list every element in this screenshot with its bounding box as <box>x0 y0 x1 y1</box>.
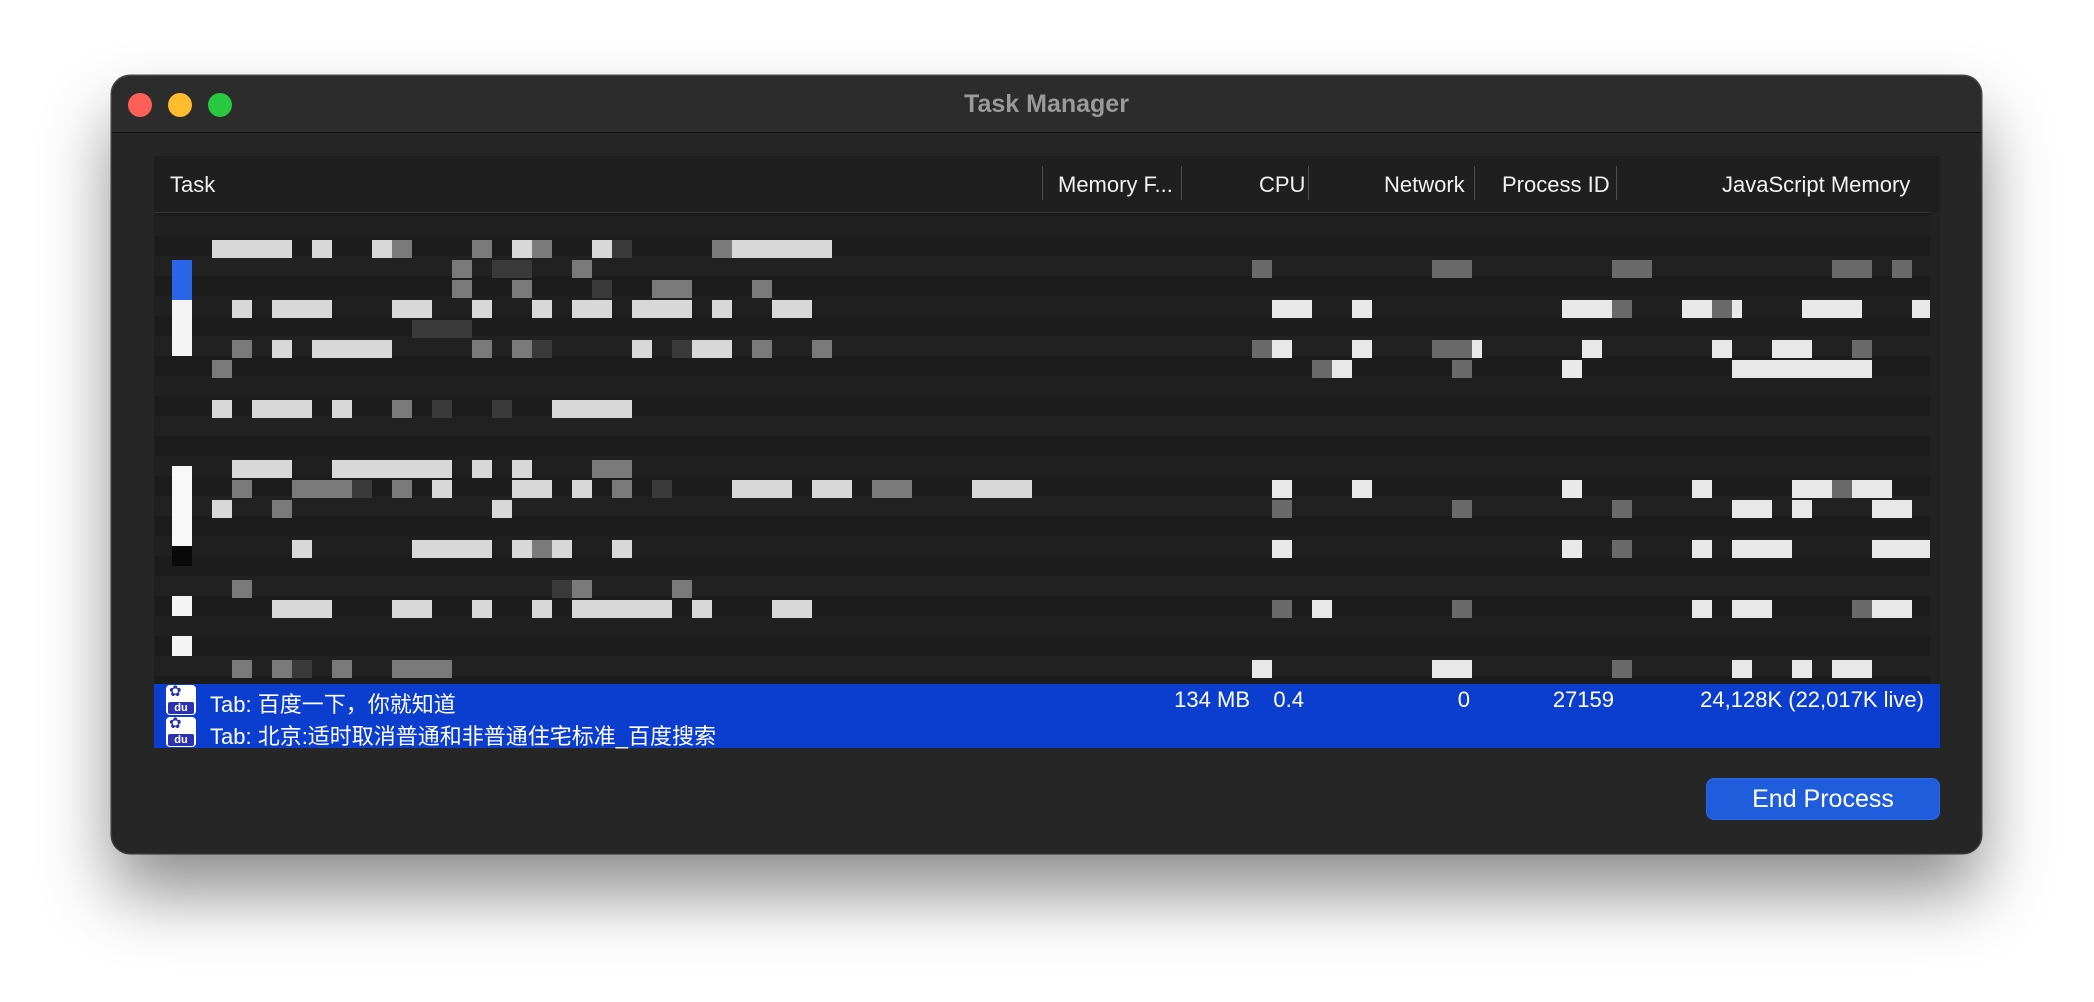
column-divider[interactable] <box>1181 166 1182 200</box>
column-header-process-id[interactable]: Process ID <box>1502 172 1610 198</box>
column-header-memory[interactable]: Memory F... <box>1058 172 1173 198</box>
process-id-value: 27159 <box>1552 687 1614 712</box>
pixelated-process-rows <box>154 216 1940 688</box>
column-header-task[interactable]: Task <box>170 172 215 198</box>
column-divider[interactable] <box>1308 166 1309 200</box>
memory-value: 134 MB <box>1174 687 1250 712</box>
end-process-button[interactable]: End Process <box>1707 779 1939 819</box>
title-bar: Task Manager <box>112 76 1981 133</box>
network-value: 0 <box>1457 687 1470 712</box>
baidu-icon: ✿ du <box>166 717 196 747</box>
table-row[interactable]: ✿ du Tab: 百度一下，你就知道 134 MB 0.4 0 27159 24… <box>154 684 1940 717</box>
column-divider[interactable] <box>1474 166 1475 200</box>
task-name: Tab: 北京:适时取消普通和非普通住宅标准_百度搜索 <box>210 724 717 749</box>
cpu-value: 0.4 <box>1273 687 1304 712</box>
column-header-javascript-memory[interactable]: JavaScript Memory <box>1722 172 1910 198</box>
baidu-icon: ✿ du <box>166 685 196 715</box>
column-divider[interactable] <box>1042 166 1043 200</box>
process-table: Task Memory F... CPU Network Process ID … <box>154 156 1940 749</box>
task-name: Tab: 百度一下，你就知道 <box>210 692 456 717</box>
vertical-scrollbar[interactable] <box>1930 212 1940 692</box>
column-divider[interactable] <box>1616 166 1617 200</box>
column-header-cpu[interactable]: CPU <box>1259 172 1305 198</box>
javascript-memory-value: 24,128K (22,017K live) <box>1700 687 1924 712</box>
table-header: Task Memory F... CPU Network Process ID … <box>154 156 1940 213</box>
window-title: Task Manager <box>964 90 1129 118</box>
selected-process-group[interactable]: ✿ du Tab: 百度一下，你就知道 134 MB 0.4 0 27159 24… <box>154 684 1940 749</box>
column-header-network[interactable]: Network <box>1384 172 1465 198</box>
table-row[interactable]: ✿ du Tab: 北京:适时取消普通和非普通住宅标准_百度搜索 <box>154 716 1940 749</box>
task-manager-window: Task Manager Task Memory F... CPU Networ… <box>112 76 1981 853</box>
